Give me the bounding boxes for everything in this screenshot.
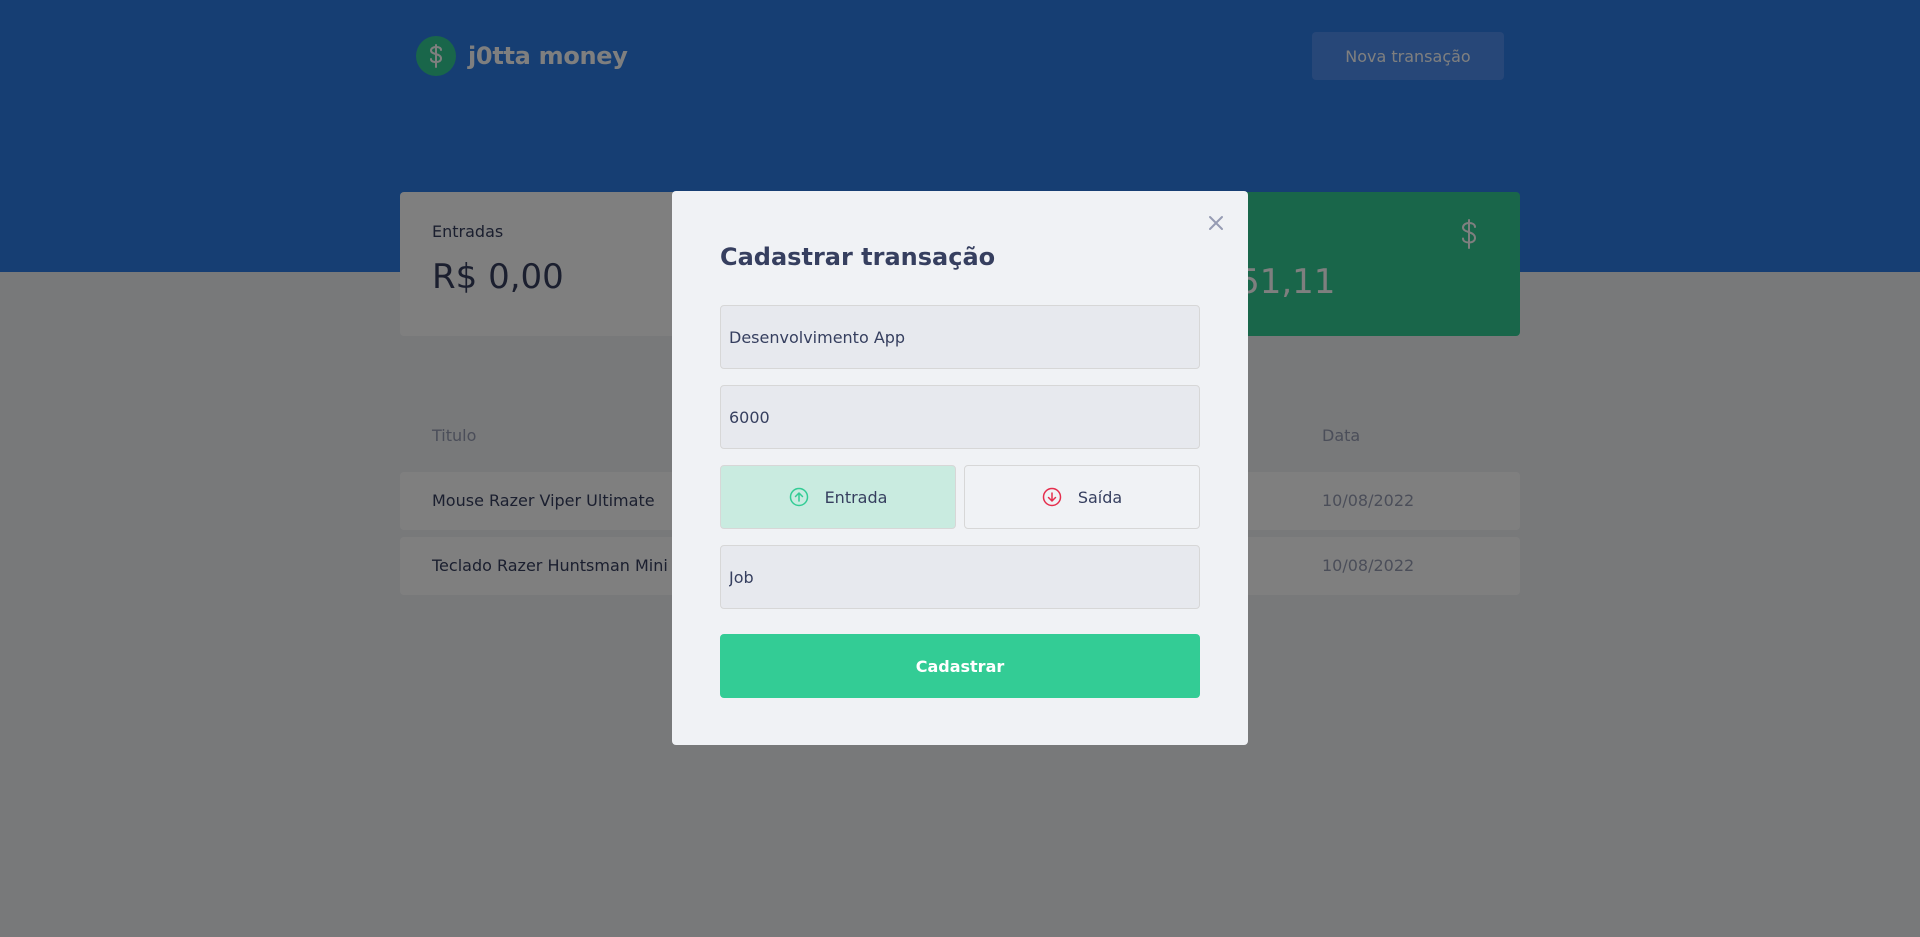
close-button[interactable] [1204,211,1228,235]
category-input[interactable] [720,545,1200,609]
outcome-type-label: Saída [1077,487,1123,507]
income-type-button[interactable]: Entrada [720,465,956,529]
new-transaction-modal: Cadastrar transação Entrada Saída Cadast… [672,191,1248,745]
income-type-label: Entrada [824,487,888,507]
submit-button[interactable]: Cadastrar [720,634,1200,698]
modal-title: Cadastrar transação [720,243,996,271]
arrow-down-circle-icon [1042,487,1062,507]
amount-input[interactable] [720,385,1200,449]
arrow-up-circle-icon [789,487,809,507]
outcome-type-button[interactable]: Saída [964,465,1200,529]
close-icon [1204,216,1228,238]
title-input[interactable] [720,305,1200,369]
